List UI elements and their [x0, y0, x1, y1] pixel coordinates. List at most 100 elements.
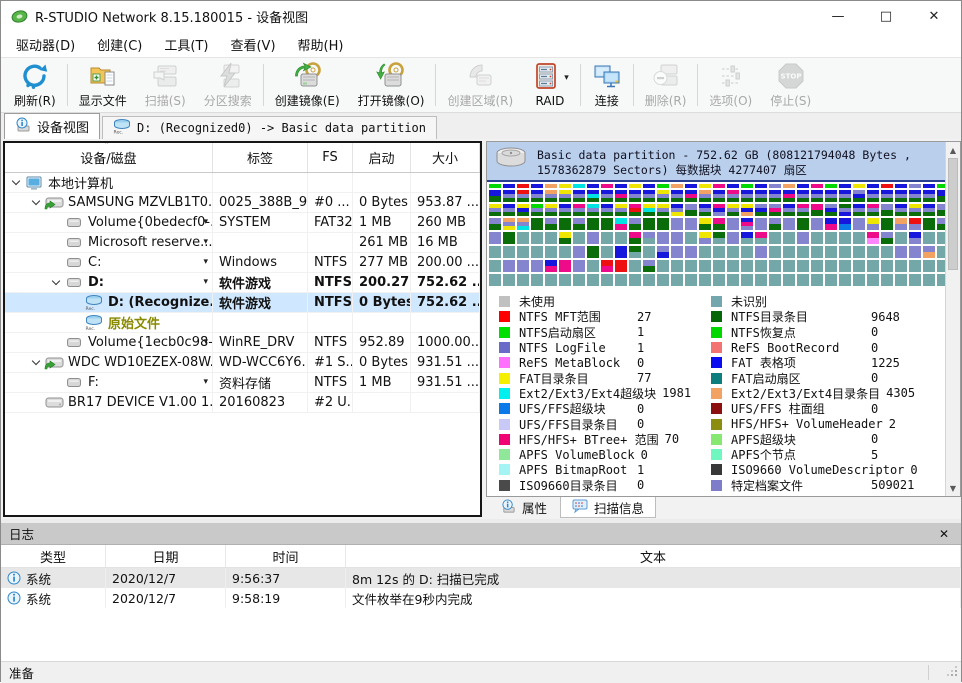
tab-scan-information[interactable]: 扫描信息 — [560, 497, 656, 518]
block-stripe — [713, 184, 725, 188]
block-stripe — [755, 238, 767, 244]
menu-tools[interactable]: 工具(T) — [153, 32, 219, 57]
log-row[interactable]: 系统2020/12/79:58:19文件枚举在9秒内完成 — [1, 588, 961, 608]
block-stripe — [671, 198, 683, 202]
toolbar-button-stop[interactable]: STOP停止(S) — [761, 60, 820, 110]
column-header-size[interactable]: 大小 — [411, 143, 480, 172]
dropdown-arrow-icon[interactable]: ▾ — [203, 277, 208, 287]
dropdown-arrow-icon[interactable]: ▾ — [203, 377, 208, 387]
tab-recognized-partition[interactable]: Rec. D: (Recognized0) -> Basic data part… — [102, 116, 437, 139]
toolbar-button-options[interactable]: 选项(O) — [700, 60, 761, 110]
legend-count: 0 — [637, 417, 644, 431]
toolbar-button-delete[interactable]: 删除(R) — [636, 60, 696, 110]
scan-blockmap[interactable] — [487, 182, 945, 286]
scan-scrollbar[interactable]: ▲ ▼ — [945, 142, 960, 496]
dropdown-arrow-icon[interactable]: ▾ — [203, 217, 208, 227]
menu-create[interactable]: 创建(C) — [86, 32, 153, 57]
scan-block-cell — [559, 274, 571, 286]
tree-row[interactable]: D:▾软件游戏NTFS200.27 ...752.62 ... — [5, 273, 480, 293]
log-close-icon[interactable]: ✕ — [935, 527, 953, 541]
block-stripe — [909, 274, 921, 286]
block-stripe — [839, 184, 851, 188]
tree-row[interactable]: C:▾WindowsNTFS277 MB200.00 ... — [5, 253, 480, 273]
scroll-thumb[interactable] — [948, 158, 958, 270]
toolbar-button-refresh[interactable]: 刷新(R) — [5, 60, 65, 110]
tree-row[interactable]: Volume{1ecb0c98-...▾WinRE_DRVNTFS952.89 … — [5, 333, 480, 353]
toolbar-button-show-files[interactable]: 显示文件 — [70, 60, 136, 110]
scan-icon — [150, 61, 180, 95]
block-stripe — [587, 184, 599, 188]
toolbar-button-connect[interactable]: 连接 — [583, 60, 631, 110]
toolbar-button-create-region[interactable]: 创建区域(R) — [438, 60, 522, 110]
toolbar-button-create-image[interactable]: 创建镜像(E) — [266, 60, 349, 110]
tree-expand-toggle[interactable] — [29, 361, 43, 364]
dropdown-arrow-icon[interactable]: ▾ — [203, 237, 208, 247]
tree-row[interactable]: WDC WD10EZEX-08W...WD-WCC6Y6...#1 S...0 … — [5, 353, 480, 373]
close-button[interactable]: ✕ — [927, 9, 941, 24]
scan-block-cell — [601, 204, 613, 216]
tab-device-view[interactable]: 设备视图 — [4, 113, 100, 139]
column-header-boot[interactable]: 启动 — [353, 143, 411, 172]
tree-row[interactable]: BR17 DEVICE V1.00 1....20160823#2 U... — [5, 393, 480, 413]
scan-block-cell — [685, 260, 697, 272]
tree-row[interactable]: 本地计算机 — [5, 173, 480, 193]
menu-help[interactable]: 帮助(H) — [287, 32, 355, 57]
block-stripe — [741, 260, 753, 272]
toolbar-button-scan[interactable]: 扫描(S) — [136, 60, 195, 110]
scan-block-cell — [797, 246, 809, 258]
tree-expand-toggle[interactable] — [29, 201, 43, 204]
scan-block-cell — [909, 218, 921, 230]
tree-cell-fs: #2 U... — [308, 393, 353, 412]
tree-expand-toggle[interactable] — [49, 281, 63, 284]
block-stripe — [489, 184, 501, 188]
tree-row[interactable]: F:▾资料存储NTFS1 MB931.51 ... — [5, 373, 480, 393]
column-header-device[interactable]: ˆ 设备/磁盘 — [5, 143, 213, 172]
tree-cell-fs: FAT32 — [308, 213, 353, 232]
minimize-button[interactable]: — — [831, 9, 845, 24]
block-stripe — [867, 260, 879, 272]
menu-view[interactable]: 查看(V) — [219, 32, 286, 57]
svg-text:Rec.: Rec. — [86, 306, 96, 311]
maximize-button[interactable]: □ — [879, 9, 893, 24]
block-stripe — [629, 238, 641, 244]
toolbar-button-raid[interactable]: ▾RAID — [522, 60, 578, 110]
tree-row[interactable]: SAMSUNG MZVLB1T0...0025_388B_9...#0 ...0… — [5, 193, 480, 213]
tree-row[interactable]: Microsoft reserve...▾261 MB16 MB — [5, 233, 480, 253]
scan-block-cell — [657, 184, 669, 188]
tree-cell-label: WinRE_DRV — [213, 333, 308, 352]
legend-count: 0 — [871, 432, 878, 446]
dropdown-arrow-icon[interactable]: ▾ — [564, 73, 569, 83]
log-row[interactable]: 系统2020/12/79:56:378m 12s 的 D: 扫描已完成 — [1, 568, 961, 588]
toolbar-button-partition-search[interactable]: 分区搜索 — [195, 60, 261, 110]
scroll-up-icon[interactable]: ▲ — [946, 143, 960, 157]
scan-block-cell — [685, 184, 697, 188]
resize-grip-icon[interactable] — [946, 665, 958, 680]
tree-row[interactable]: Rec.D: (Recognize...软件游戏NTFS0 Bytes752.6… — [5, 293, 480, 313]
block-stripe — [699, 212, 711, 216]
block-stripe — [573, 246, 585, 258]
toolbar-button-open-image[interactable]: 打开镜像(O) — [349, 60, 434, 110]
log-column-text[interactable]: 文本 — [346, 545, 961, 567]
menu-drive[interactable]: 驱动器(D) — [5, 32, 86, 57]
dropdown-arrow-icon[interactable]: ▾ — [203, 337, 208, 347]
log-column-time[interactable]: 时间 — [226, 545, 346, 567]
log-column-type[interactable]: 类型 — [1, 545, 106, 567]
column-header-fs[interactable]: FS — [308, 143, 353, 172]
log-cell-date: 2020/12/7 — [106, 588, 226, 608]
log-column-date[interactable]: 日期 — [106, 545, 226, 567]
block-stripe — [517, 226, 529, 230]
legend-item: ISO9660 VolumeDescriptor0 — [711, 462, 945, 477]
scroll-down-icon[interactable]: ▼ — [946, 481, 960, 495]
block-stripe — [923, 260, 935, 272]
dropdown-arrow-icon[interactable]: ▾ — [203, 257, 208, 267]
scan-block-cell — [937, 246, 945, 258]
block-stripe — [783, 260, 795, 272]
column-header-label[interactable]: 标签 — [213, 143, 308, 172]
tree-expand-toggle[interactable] — [9, 181, 23, 184]
block-stripe — [867, 238, 879, 244]
tab-properties[interactable]: 属性 — [490, 497, 558, 518]
tree-row[interactable]: Rec.原始文件 — [5, 313, 480, 333]
scan-block-cell — [601, 246, 613, 258]
tree-row[interactable]: Volume{0bedecf0-...▾SYSTEMFAT321 MB260 M… — [5, 213, 480, 233]
scan-block-cell — [783, 218, 795, 230]
